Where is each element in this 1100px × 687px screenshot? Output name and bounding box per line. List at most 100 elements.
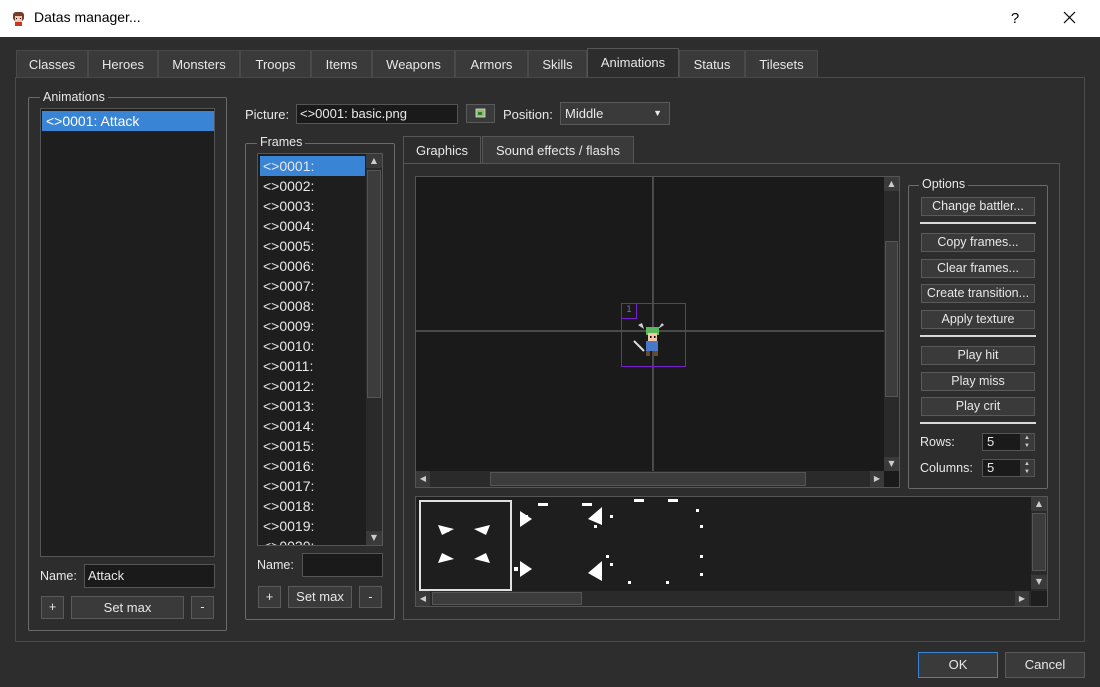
scroll-down-icon[interactable]: ▼ [1031, 575, 1047, 589]
spin-arrows-icon[interactable]: ▲ ▼ [1020, 434, 1034, 450]
preview-vertical-scrollbar[interactable]: ▲ ▼ [884, 177, 899, 471]
play-crit-button[interactable]: Play crit [921, 397, 1035, 416]
frame-list-item[interactable]: <>0014: [260, 416, 365, 436]
frame-list-item[interactable]: <>0004: [260, 216, 365, 236]
list-item[interactable]: <>0001: Attack [42, 111, 214, 131]
tab-troops[interactable]: Troops [240, 50, 311, 77]
tab-tilesets[interactable]: Tilesets [745, 50, 818, 77]
close-icon[interactable] [1054, 0, 1086, 37]
frame-list-item[interactable]: <>0011: [260, 356, 365, 376]
texture-vertical-scrollbar[interactable]: ▲ ▼ [1031, 497, 1047, 591]
scroll-down-icon[interactable]: ▼ [884, 457, 899, 471]
tab-classes[interactable]: Classes [16, 50, 88, 77]
picture-label: Picture: [245, 107, 290, 122]
change-battler-button[interactable]: Change battler... [921, 197, 1035, 216]
animation-preview[interactable]: 1 ▲ ▼ ◀ ▶ [415, 176, 900, 488]
set-max-animations-button[interactable]: Set max [71, 596, 184, 619]
animation-name-label: Name: [40, 569, 77, 583]
animations-group-title: Animations [40, 90, 108, 104]
image-icon [475, 108, 486, 118]
frame-list-item[interactable]: <>0007: [260, 276, 365, 296]
scroll-up-icon[interactable]: ▲ [366, 154, 382, 168]
window-title: Datas manager... [34, 9, 141, 25]
tab-monsters[interactable]: Monsters [158, 50, 240, 77]
play-miss-button[interactable]: Play miss [921, 372, 1035, 391]
sprite-index-label: 1 [621, 303, 637, 319]
help-button[interactable]: ? [1000, 0, 1030, 37]
scroll-thumb[interactable] [367, 170, 381, 398]
app-icon [13, 12, 24, 26]
frame-list-item[interactable]: <>0018: [260, 496, 365, 516]
animations-list[interactable]: <>0001: Attack [40, 108, 215, 557]
frame-list-item[interactable]: <>0019: [260, 516, 365, 536]
create-transition-button[interactable]: Create transition... [921, 284, 1035, 303]
remove-animation-button[interactable]: - [191, 596, 214, 619]
texture-strip[interactable]: ▲ ▼ ◀ ▶ [415, 496, 1048, 607]
rows-spinbox[interactable]: 5 ▲ ▼ [982, 433, 1035, 451]
scroll-left-icon[interactable]: ◀ [416, 471, 430, 487]
tab-heroes[interactable]: Heroes [88, 50, 158, 77]
play-hit-button[interactable]: Play hit [921, 346, 1035, 365]
frame-list-item[interactable]: <>0001: [260, 156, 365, 176]
position-dropdown[interactable]: Middle ▼ [560, 102, 670, 125]
tab-skills[interactable]: Skills [528, 50, 587, 77]
frame-list-item[interactable]: <>0017: [260, 476, 365, 496]
frame-list-item[interactable]: <>0010: [260, 336, 365, 356]
scroll-right-icon[interactable]: ▶ [1015, 591, 1029, 606]
tab-items[interactable]: Items [311, 50, 372, 77]
frame-list-item[interactable]: <>0006: [260, 256, 365, 276]
columns-label: Columns: [920, 461, 973, 475]
title-bar [0, 0, 1100, 37]
scroll-thumb[interactable] [885, 241, 898, 397]
separator [920, 422, 1036, 424]
texture-sprites [438, 499, 703, 584]
frame-list-item[interactable]: <>0015: [260, 436, 365, 456]
scroll-thumb[interactable] [432, 592, 582, 605]
frame-list-item[interactable]: <>0020: [260, 536, 365, 545]
set-max-frames-button[interactable]: Set max [288, 586, 352, 608]
scroll-left-icon[interactable]: ◀ [416, 591, 430, 606]
separator [920, 335, 1036, 337]
tab-weapons[interactable]: Weapons [372, 50, 455, 77]
tab-graphics[interactable]: Graphics [403, 136, 481, 164]
tab-animations[interactable]: Animations [587, 48, 679, 78]
tab-sound-effects-flashs[interactable]: Sound effects / flashs [482, 136, 634, 164]
frame-list-item[interactable]: <>0003: [260, 196, 365, 216]
cancel-button[interactable]: Cancel [1005, 652, 1085, 678]
frame-list-item[interactable]: <>0016: [260, 456, 365, 476]
add-animation-button[interactable]: + [41, 596, 64, 619]
scroll-right-icon[interactable]: ▶ [870, 471, 884, 487]
spin-arrows-icon[interactable]: ▲ ▼ [1020, 460, 1034, 476]
preview-horizontal-scrollbar[interactable]: ◀ ▶ [416, 471, 884, 487]
scroll-down-icon[interactable]: ▼ [366, 531, 382, 545]
frames-scrollbar[interactable]: ▲ ▼ [366, 154, 382, 545]
picture-field[interactable]: <>0001: basic.png [296, 104, 458, 124]
frame-name-field[interactable] [302, 553, 383, 577]
frames-list[interactable]: <>0001: <>0002: <>0003: <>0004: <>0005: <>000… [257, 153, 383, 546]
frame-list-item[interactable]: <>0012: [260, 376, 365, 396]
copy-frames-button[interactable]: Copy frames... [921, 233, 1035, 252]
choose-picture-button[interactable] [466, 104, 495, 123]
tab-armors[interactable]: Armors [455, 50, 528, 77]
frames-group-title: Frames [257, 135, 306, 149]
scroll-up-icon[interactable]: ▲ [884, 177, 899, 191]
apply-texture-button[interactable]: Apply texture [921, 310, 1035, 329]
columns-value: 5 [987, 460, 995, 475]
add-frame-button[interactable]: + [258, 586, 281, 608]
scroll-up-icon[interactable]: ▲ [1031, 497, 1047, 511]
frame-list-item[interactable]: <>0005: [260, 236, 365, 256]
tab-status[interactable]: Status [679, 50, 745, 77]
clear-frames-button[interactable]: Clear frames... [921, 259, 1035, 278]
frame-list-item[interactable]: <>0008: [260, 296, 365, 316]
remove-frame-button[interactable]: - [359, 586, 382, 608]
frame-list-item[interactable]: <>0013: [260, 396, 365, 416]
scroll-thumb[interactable] [1032, 513, 1046, 571]
frame-list-item[interactable]: <>0002: [260, 176, 365, 196]
scroll-thumb[interactable] [490, 472, 806, 486]
texture-horizontal-scrollbar[interactable]: ◀ ▶ [416, 591, 1031, 606]
frame-list-item[interactable]: <>0009: [260, 316, 365, 336]
battler-sprite [633, 323, 664, 356]
ok-button[interactable]: OK [918, 652, 998, 678]
columns-spinbox[interactable]: 5 ▲ ▼ [982, 459, 1035, 477]
animation-name-field[interactable]: Attack [84, 564, 215, 588]
